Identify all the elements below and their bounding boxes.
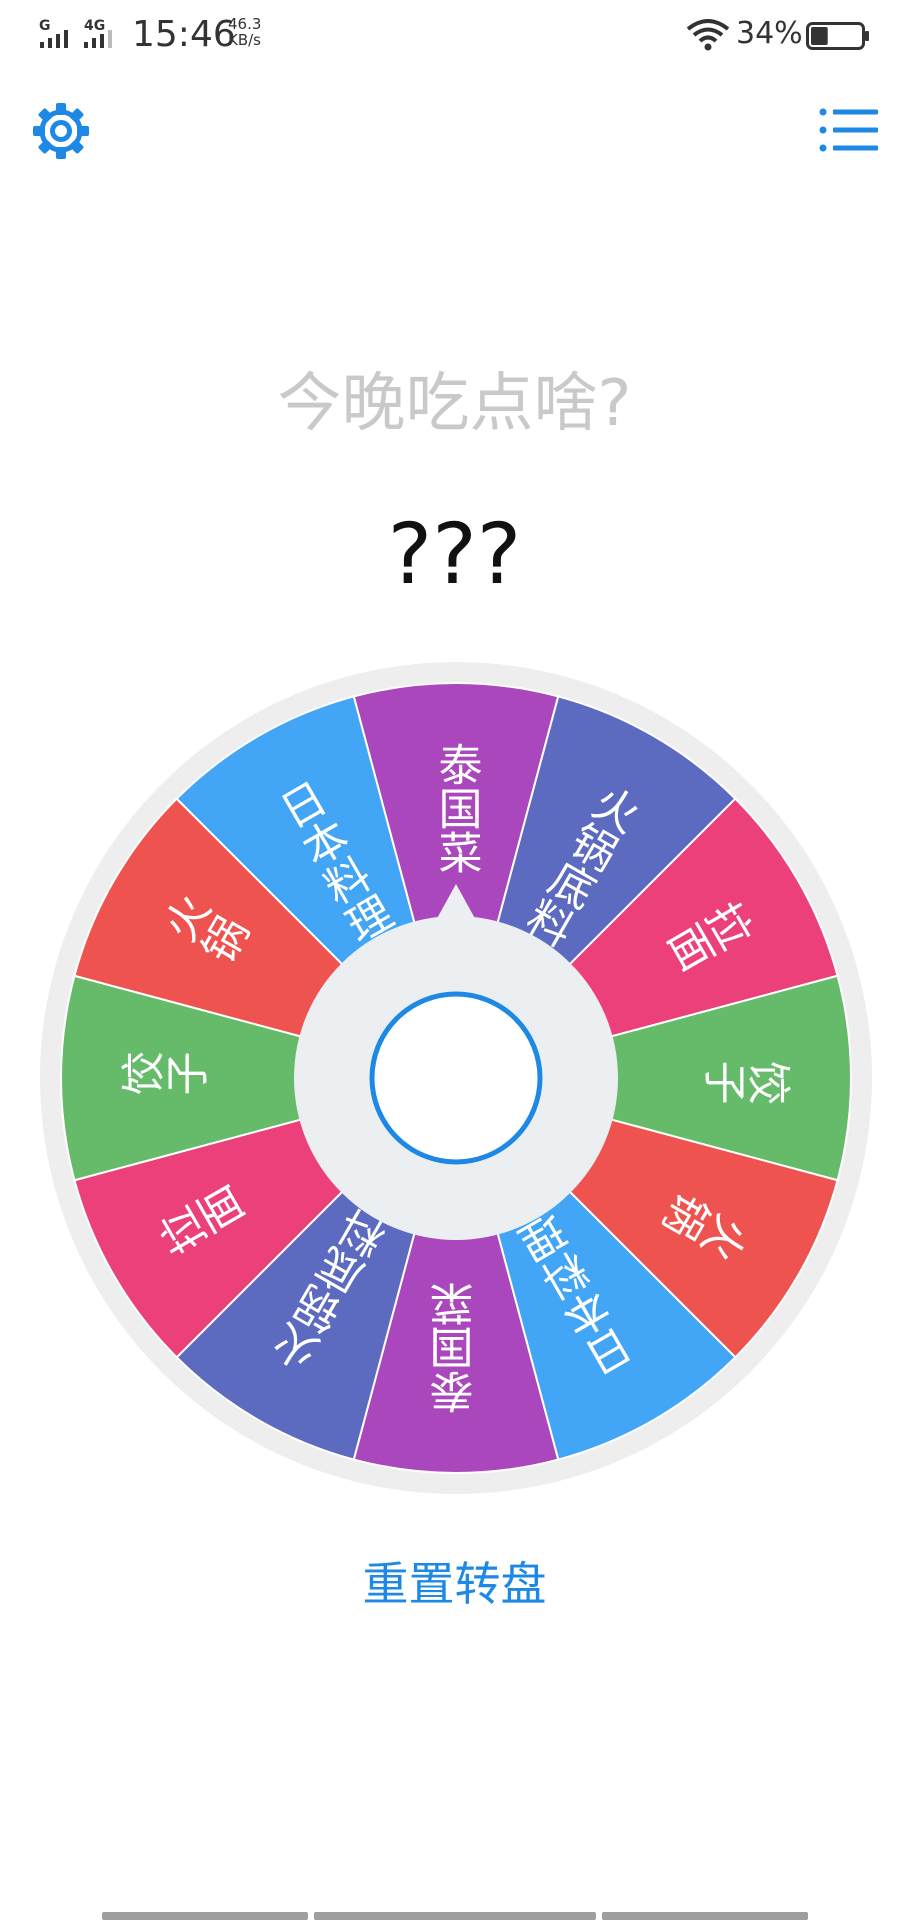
battery-icon	[806, 22, 869, 50]
wheel-slice-label: 泰国菜	[431, 742, 482, 874]
reset-wheel-button[interactable]: 重置转盘	[0, 1548, 909, 1614]
prompt-question: 今晚吃点啥?	[277, 367, 632, 441]
wheel-slice-label: 饺子	[704, 1053, 792, 1104]
nav-segment-left[interactable]	[102, 1912, 308, 1920]
signal-icon: G	[39, 18, 68, 48]
network-label-2: 4G	[84, 18, 105, 34]
signal-icon-2: 4G	[84, 18, 112, 48]
network-label-1: G	[39, 18, 51, 34]
result-text: ???	[387, 505, 522, 603]
wheel-slice-label: 饺子	[120, 1053, 208, 1104]
list-menu-icon[interactable]	[818, 104, 880, 156]
nav-segment-center[interactable]	[314, 1912, 596, 1920]
navigation-bar	[0, 1912, 909, 1920]
network-speed-unit: KB/s	[228, 31, 261, 49]
network-speed-value: 46.3	[228, 15, 262, 33]
battery-percentage: 34%	[736, 16, 803, 51]
network-speed: 46.3 KB/s	[228, 16, 261, 48]
wifi-icon	[686, 19, 730, 51]
clock: 15:46	[132, 14, 236, 55]
spin-wheel[interactable]: 泰国菜 火锅底料 拉面饺子火锅日本料理泰国菜火锅底料拉面饺子火锅 日本料理	[37, 659, 875, 1497]
status-bar: G 4G 15:46 46.3 KB/s 34%	[0, 0, 909, 70]
nav-segment-right[interactable]	[602, 1912, 808, 1920]
settings-gear-icon[interactable]	[30, 100, 92, 162]
wheel-slice-label: 泰国菜	[431, 1282, 482, 1414]
spin-button[interactable]	[369, 991, 543, 1165]
